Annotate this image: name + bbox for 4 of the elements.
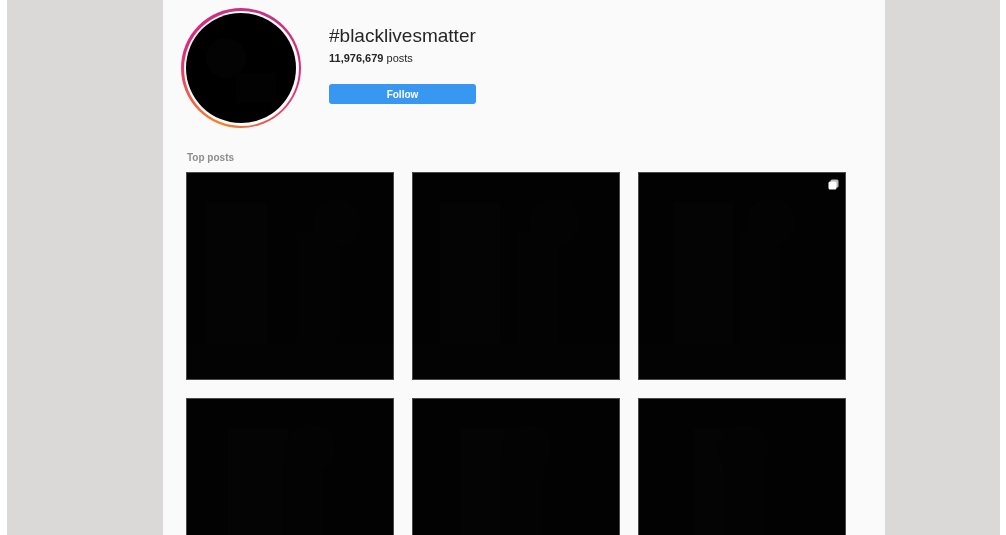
section-heading: Top posts xyxy=(187,152,235,163)
post-count: 11,976,679 posts xyxy=(329,52,413,64)
hashtag-title: #blacklivesmatter xyxy=(329,25,476,47)
follow-button[interactable]: Follow xyxy=(329,84,476,104)
